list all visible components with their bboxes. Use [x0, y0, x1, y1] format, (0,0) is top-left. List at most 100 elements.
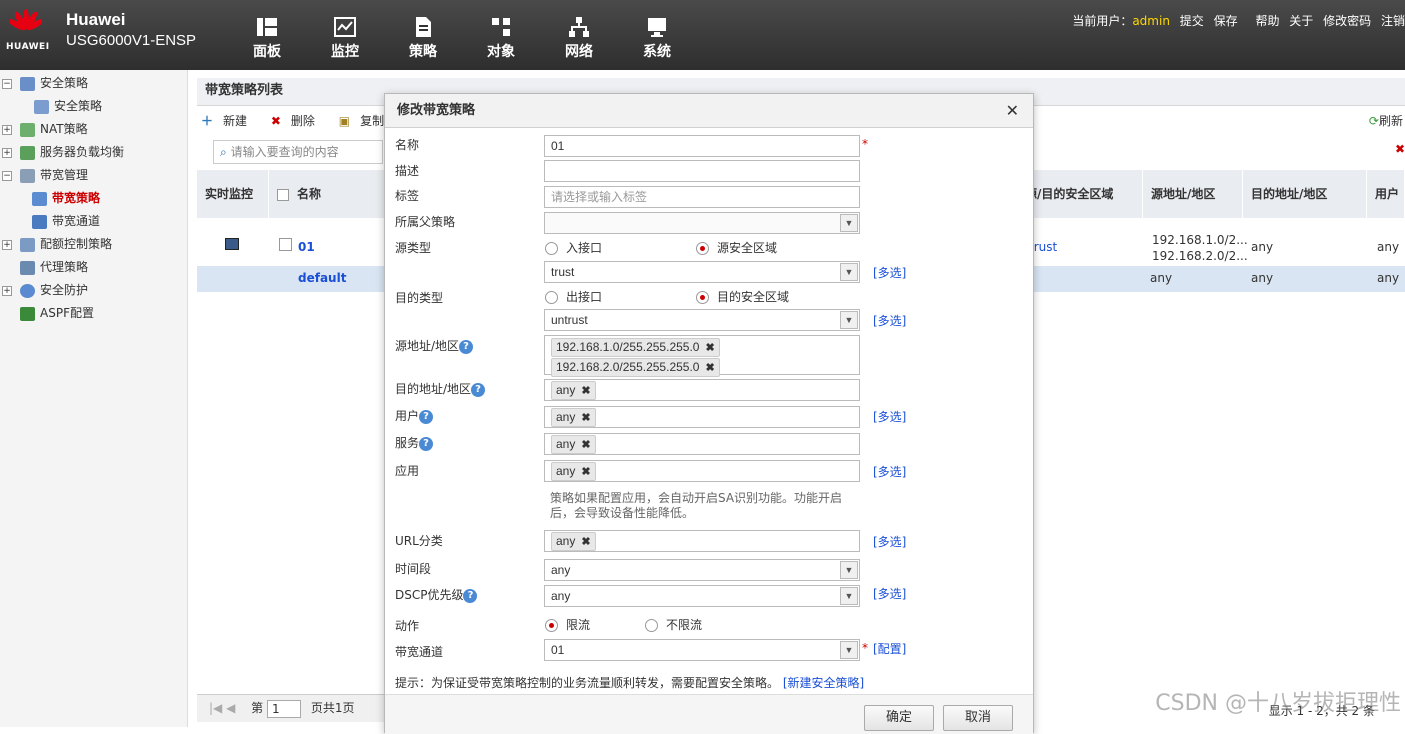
logout-link[interactable]: 注销 — [1381, 14, 1405, 28]
sidebar-item-proxy[interactable]: 代理策略 — [20, 256, 88, 278]
nav-object[interactable]: 对象 — [462, 16, 540, 66]
required-mark: * — [862, 641, 868, 655]
first-page-icon[interactable]: |◀ ◀ — [209, 701, 235, 715]
help-icon[interactable]: ? — [471, 383, 485, 397]
url-label: URL分类 — [395, 532, 443, 549]
help-icon[interactable]: ? — [463, 589, 477, 603]
limit-radio[interactable]: 限流 — [545, 616, 590, 633]
nav-policy[interactable]: 策略 — [384, 16, 462, 66]
help-icon[interactable]: ? — [419, 410, 433, 424]
dscp-select[interactable]: any▼ — [544, 585, 860, 607]
nav-monitor[interactable]: 监控 — [306, 16, 384, 66]
parent-policy-select[interactable]: ▼ — [544, 212, 860, 234]
dst-zone-multi-link[interactable]: [多选] — [873, 312, 906, 329]
expand-icon[interactable]: + — [2, 148, 12, 158]
help-link[interactable]: 帮助 — [1255, 14, 1279, 28]
dst-type-label: 目的类型 — [395, 289, 443, 306]
delete-button[interactable]: ✖删除 — [271, 114, 325, 128]
close-icon[interactable]: ✕ — [1006, 94, 1019, 128]
src-addr-field[interactable]: 192.168.1.0/255.255.255.0✖ 192.168.2.0/2… — [544, 335, 860, 375]
sidebar-item-security-policy[interactable]: 安全策略 — [34, 95, 102, 117]
expand-icon[interactable]: + — [2, 286, 12, 296]
time-range-select[interactable]: any▼ — [544, 559, 860, 581]
row-checkbox[interactable] — [279, 238, 292, 251]
remove-tag-icon[interactable]: ✖ — [581, 385, 590, 397]
sidebar-item-bandwidth-policy[interactable]: 带宽策略 — [32, 187, 100, 209]
help-icon[interactable]: ? — [459, 340, 473, 354]
collapse-icon[interactable]: − — [2, 171, 12, 181]
select-value: any — [551, 563, 570, 577]
bandwidth-channel-select[interactable]: 01▼ — [544, 639, 860, 661]
monitor-icon[interactable] — [225, 238, 239, 250]
src-zone-select[interactable]: trust▼ — [544, 261, 860, 283]
sidebar-item-label: 带宽策略 — [52, 191, 100, 205]
url-multi-link[interactable]: [多选] — [873, 533, 906, 550]
about-link[interactable]: 关于 — [1289, 14, 1313, 28]
expand-icon[interactable]: + — [2, 125, 12, 135]
url-category-field[interactable]: any✖ — [544, 530, 860, 552]
expand-icon[interactable]: + — [2, 240, 12, 250]
clear-search-icon[interactable]: ✖ — [1395, 142, 1405, 156]
nav-network[interactable]: 网络 — [540, 16, 618, 66]
dialog-title: 修改带宽策略 — [397, 103, 475, 118]
dscp-multi-link[interactable]: [多选] — [873, 585, 906, 602]
sidebar-item-security-policy-group[interactable]: −安全策略 — [2, 72, 88, 94]
nav-dashboard[interactable]: 面板 — [228, 16, 306, 66]
select-all-checkbox[interactable] — [277, 189, 289, 201]
app-field[interactable]: any✖ — [544, 460, 860, 482]
policy-name-link[interactable]: 01 — [298, 240, 315, 254]
tag-field[interactable]: 请选择或输入标签 — [544, 186, 860, 208]
sidebar-item-quota[interactable]: +配额控制策略 — [2, 233, 112, 255]
configure-channel-link[interactable]: [配置] — [873, 640, 906, 657]
out-interface-radio[interactable]: 出接口 — [545, 288, 602, 305]
name-label: 名称 — [395, 136, 419, 153]
policy-doc-icon — [34, 100, 49, 114]
in-interface-radio[interactable]: 入接口 — [545, 239, 602, 256]
collapse-icon[interactable]: − — [2, 79, 12, 89]
column-header[interactable]: 名称 — [269, 170, 389, 218]
remove-tag-icon[interactable]: ✖ — [581, 412, 590, 424]
user-field[interactable]: any ✖ — [544, 406, 860, 428]
dst-addr-field[interactable]: any✖ — [544, 379, 860, 401]
src-zone-multi-link[interactable]: [多选] — [873, 264, 906, 281]
sidebar-item-aspf[interactable]: ASPF配置 — [20, 302, 94, 324]
remove-tag-icon[interactable]: ✖ — [581, 439, 590, 451]
dst-zone-select[interactable]: untrust▼ — [544, 309, 860, 331]
help-icon[interactable]: ? — [419, 437, 433, 451]
change-password-link[interactable]: 修改密码 — [1323, 14, 1371, 28]
sidebar-item-slb[interactable]: + 服务器负载均衡 — [2, 141, 124, 163]
new-security-policy-link[interactable]: [新建安全策略] — [783, 676, 864, 690]
service-label: 服务? — [395, 434, 433, 451]
service-field[interactable]: any✖ — [544, 433, 860, 455]
no-limit-radio[interactable]: 不限流 — [645, 616, 702, 633]
src-zone-radio[interactable]: 源安全区域 — [696, 239, 777, 256]
sidebar-item-nat[interactable]: +NAT策略 — [2, 118, 88, 140]
sidebar-item-bandwidth-channel[interactable]: 带宽通道 — [32, 210, 100, 232]
sidebar-item-bandwidth-mgmt[interactable]: −带宽管理 — [2, 164, 88, 186]
new-button[interactable]: ＋新建 — [201, 114, 257, 128]
description-field[interactable] — [544, 160, 860, 182]
page-input[interactable]: 1 — [267, 700, 301, 718]
dst-zone-radio[interactable]: 目的安全区域 — [696, 288, 789, 305]
sidebar-item-protection[interactable]: +安全防护 — [2, 279, 88, 301]
policy-name-link[interactable]: default — [298, 271, 346, 285]
name-field[interactable]: 01 — [544, 135, 860, 157]
save-link[interactable]: 保存 — [1214, 14, 1238, 28]
search-input[interactable]: ⌕ 请输入要查询的内容 — [213, 140, 383, 164]
ok-button[interactable]: 确定 — [864, 705, 934, 731]
user-multi-link[interactable]: [多选] — [873, 408, 906, 425]
remove-tag-icon[interactable]: ✖ — [581, 536, 590, 548]
app-multi-link[interactable]: [多选] — [873, 463, 906, 480]
radio-on — [696, 242, 709, 255]
submit-link[interactable]: 提交 — [1180, 14, 1204, 28]
refresh-button[interactable]: ⟳刷新 — [1369, 112, 1403, 129]
remove-tag-icon[interactable]: ✖ — [581, 466, 590, 478]
cancel-button[interactable]: 取消 — [943, 705, 1013, 731]
nav-label: 网络 — [565, 44, 593, 60]
sidebar: −安全策略 安全策略 +NAT策略 + 服务器负载均衡 −带宽管理 带宽策略 带宽… — [0, 70, 188, 727]
tag-text: any — [556, 410, 575, 424]
remove-tag-icon[interactable]: ✖ — [705, 342, 714, 354]
sidebar-item-label: 服务器负载均衡 — [40, 145, 124, 159]
nav-system[interactable]: 系统 — [618, 16, 696, 66]
remove-tag-icon[interactable]: ✖ — [705, 362, 714, 374]
